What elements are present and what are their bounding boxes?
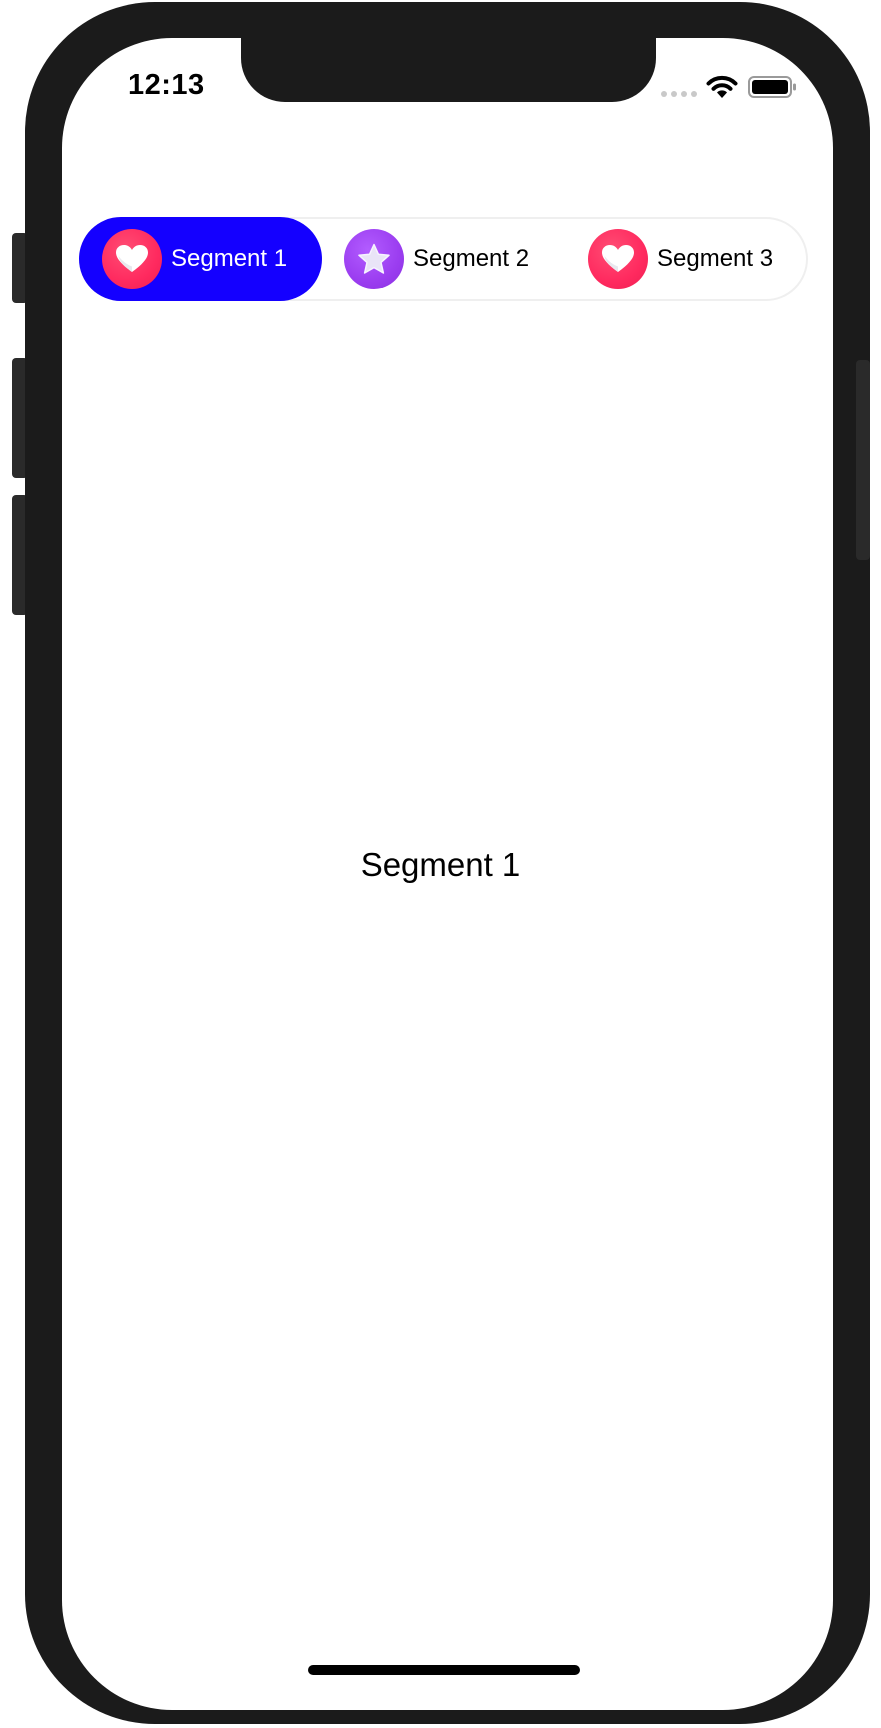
heart-icon [588,229,648,289]
battery-icon [748,76,796,98]
star-icon [344,229,404,289]
heart-icon [102,229,162,289]
power-button [856,360,870,560]
segment-1[interactable]: Segment 1 [79,217,322,301]
notch [241,38,656,102]
segment-label: Segment 1 [171,245,288,272]
segment-3[interactable]: Segment 3 [588,217,808,301]
home-indicator[interactable] [308,1665,580,1675]
content-label: Segment 1 [360,846,521,883]
device-canvas: 12:13 Segment 1 Segment 2 Segment 3 Segm… [0,0,881,1728]
wifi-icon [706,75,738,98]
segment-label: Segment 2 [413,245,530,272]
segment-label: Segment 3 [657,245,774,272]
status-time: 12:13 [128,69,205,101]
segmented-control: Segment 1 Segment 2 Segment 3 [79,217,808,301]
segment-2[interactable]: Segment 2 [344,217,564,301]
cellular-signal-icon [661,91,697,97]
